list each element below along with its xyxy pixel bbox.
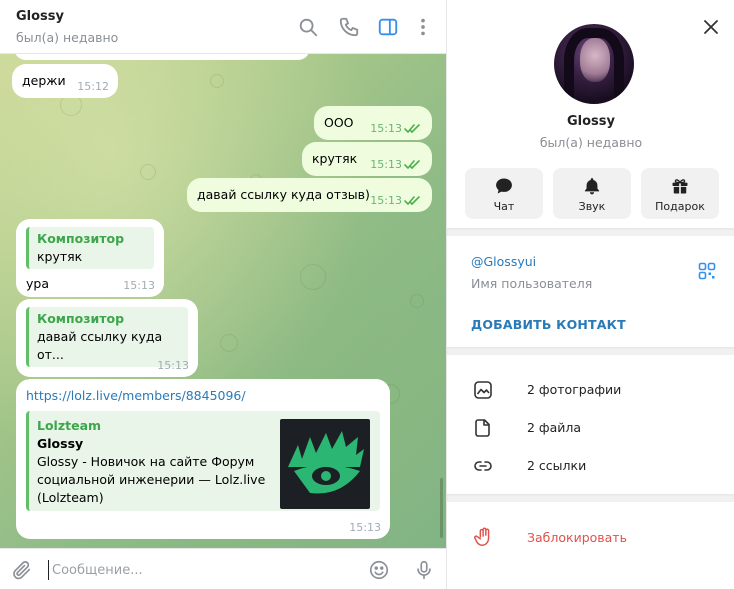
bell-icon xyxy=(584,178,600,195)
message-text: крутяк xyxy=(312,151,358,166)
message-bubble-outgoing[interactable]: ООО 15:13 xyxy=(314,106,432,140)
files-row[interactable]: 2 файла xyxy=(447,410,734,446)
section-divider xyxy=(447,228,734,236)
message-time: 15:13 xyxy=(157,359,189,372)
read-checkmarks-icon xyxy=(404,124,420,133)
qr-code-icon[interactable] xyxy=(698,262,716,280)
emoji-icon[interactable] xyxy=(367,558,391,582)
chat-header: Glossy был(а) недавно xyxy=(0,0,446,54)
chat-title[interactable]: Glossy xyxy=(16,9,64,24)
message-text: ура xyxy=(26,276,49,291)
message-time: 15:13 xyxy=(370,158,402,171)
more-vertical-icon[interactable] xyxy=(410,14,436,40)
hand-stop-icon xyxy=(474,527,490,546)
section-divider xyxy=(447,494,734,502)
message-time: 15:13 xyxy=(349,521,381,534)
composer xyxy=(0,548,446,589)
message-time: 15:13 xyxy=(370,194,402,207)
message-text: ООО xyxy=(324,115,354,130)
sidebar-toggle-icon[interactable] xyxy=(375,14,401,40)
attach-paperclip-icon[interactable] xyxy=(10,558,34,582)
link-preview-description: Glossy - Новичок на сайте Форум социальн… xyxy=(37,454,266,505)
link-preview[interactable]: Lolzteam Glossy Glossy - Новичок на сайт… xyxy=(26,411,380,511)
block-user-label: Заблокировать xyxy=(527,530,627,545)
message-bubble-outgoing[interactable]: крутяк 15:13 xyxy=(302,142,432,176)
message-time: 15:13 xyxy=(123,279,155,292)
photos-row[interactable]: 2 фотографии xyxy=(447,372,734,408)
add-contact-button[interactable]: ДОБАВИТЬ КОНТАКТ xyxy=(471,317,626,332)
chat-button-label: Чат xyxy=(493,200,515,213)
chat-pane: Glossy был(а) недавно держи 15:12 ООО 15… xyxy=(0,0,446,589)
message-bubble-reply[interactable]: Композитор давай ссылку куда от... ща 15… xyxy=(16,299,198,389)
message-bubble-reply[interactable]: Композитор крутяк ура 15:13 xyxy=(16,219,164,297)
message-time: 15:13 xyxy=(370,122,402,135)
profile-panel: Glossy был(а) недавно Чат Звук Подарок @… xyxy=(446,0,734,589)
reply-author: Композитор xyxy=(37,311,125,326)
message-text: давай ссылку куда отзыв) xyxy=(197,187,370,202)
message-link[interactable]: https://lolz.live/members/8845096/ xyxy=(26,387,380,405)
gift-button[interactable]: Подарок xyxy=(641,168,719,219)
link-icon xyxy=(474,461,492,471)
message-bubble-outgoing[interactable]: давай ссылку куда отзыв) 15:13 xyxy=(187,178,432,212)
file-icon xyxy=(475,419,490,437)
gift-button-label: Подарок xyxy=(655,200,705,213)
files-row-label: 2 файла xyxy=(527,420,582,435)
reply-quote[interactable]: Композитор давай ссылку куда от... xyxy=(26,307,188,367)
sound-button[interactable]: Звук xyxy=(553,168,631,219)
avatar[interactable] xyxy=(554,24,634,104)
message-bubble-partial xyxy=(14,54,310,60)
microphone-icon[interactable] xyxy=(412,558,436,582)
gift-icon xyxy=(672,179,688,194)
photos-row-label: 2 фотографии xyxy=(527,382,622,397)
reply-author: Композитор xyxy=(37,231,125,246)
message-time: 15:12 xyxy=(77,80,109,93)
block-user-button[interactable]: Заблокировать xyxy=(447,520,734,556)
chat-status: был(а) недавно xyxy=(16,30,119,45)
chat-button[interactable]: Чат xyxy=(465,168,543,219)
read-checkmarks-icon xyxy=(404,196,420,205)
username[interactable]: @Glossyui xyxy=(471,254,536,269)
reply-quote[interactable]: Композитор крутяк xyxy=(26,227,154,269)
close-icon[interactable] xyxy=(700,16,722,38)
message-bubble[interactable]: держи 15:12 xyxy=(12,64,118,98)
message-input[interactable] xyxy=(48,560,348,580)
message-text: держи xyxy=(22,73,66,88)
chat-scrollbar[interactable] xyxy=(440,478,443,538)
chat-bubble-icon xyxy=(496,178,512,194)
links-row-label: 2 ссылки xyxy=(527,458,587,473)
username-label: Имя пользователя xyxy=(471,276,593,291)
reply-text: крутяк xyxy=(37,249,83,264)
profile-status: был(а) недавно xyxy=(539,135,643,150)
link-preview-thumbnail xyxy=(280,419,370,509)
photo-icon xyxy=(474,381,492,399)
read-checkmarks-icon xyxy=(404,160,420,169)
message-bubble-link[interactable]: https://lolz.live/members/8845096/ Lolzt… xyxy=(16,379,390,539)
profile-name: Glossy xyxy=(566,114,615,129)
search-icon[interactable] xyxy=(295,14,321,40)
sound-button-label: Звук xyxy=(578,200,606,213)
section-divider xyxy=(447,347,734,355)
links-row[interactable]: 2 ссылки xyxy=(447,448,734,484)
message-list[interactable]: держи 15:12 ООО 15:13 крутяк 15:13 давай… xyxy=(0,54,446,548)
lolzteam-logo-icon xyxy=(288,431,364,494)
phone-icon[interactable] xyxy=(336,14,362,40)
